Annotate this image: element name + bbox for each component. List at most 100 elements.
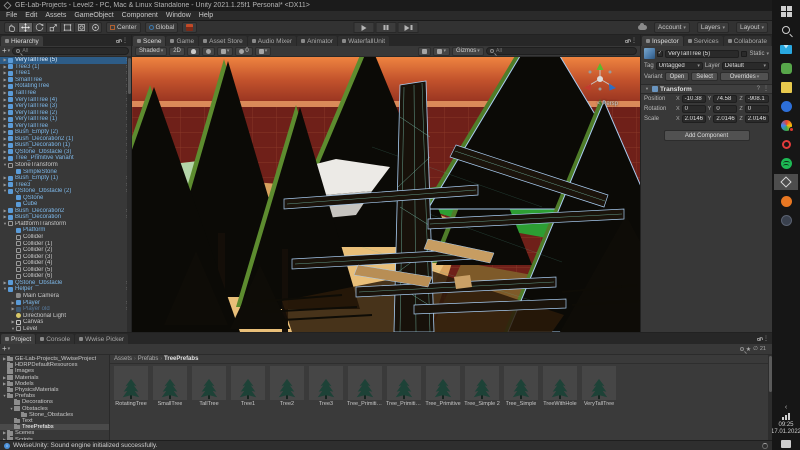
kebab-menu-icon[interactable]: ⋮ [763, 86, 769, 92]
position-x-field[interactable]: -10.38 [682, 95, 706, 103]
sticky-notes-icon[interactable] [774, 79, 798, 95]
transform-tool-button[interactable] [74, 22, 88, 33]
windows-start-icon[interactable] [774, 3, 798, 19]
scene-audio-toggle[interactable] [202, 47, 215, 56]
save-search-icon[interactable]: ★ [746, 346, 751, 353]
object-name-field[interactable]: VeryTallTree (5) [665, 50, 739, 58]
blue-app-icon[interactable] [774, 98, 798, 114]
asset-item[interactable]: Tree2 [270, 366, 304, 407]
menu-item-component[interactable]: Component [118, 11, 162, 21]
rotation-x-field[interactable]: 0 [682, 105, 706, 113]
scene-tab-waterfallunit[interactable]: WaterfallUnit [338, 36, 389, 46]
scene-search-input[interactable]: All [486, 47, 637, 55]
scale-x-field[interactable]: 2.0146 [682, 115, 706, 123]
project-tab-console[interactable]: Console [36, 334, 74, 344]
asset-item[interactable]: Tree_Primitive... [387, 366, 421, 407]
rect-tool-button[interactable] [60, 22, 74, 33]
scene-lighting-toggle[interactable] [187, 47, 200, 56]
notifications-icon[interactable] [781, 440, 791, 448]
green-app-icon[interactable] [774, 60, 798, 76]
help-icon[interactable]: ? [757, 86, 760, 92]
scene-tab-audio-mixer[interactable]: Audio Mixer [248, 36, 296, 46]
breadcrumb-item[interactable]: Assets [114, 356, 132, 362]
inspector-tab-collaborate[interactable]: Collaborate [724, 36, 771, 46]
menu-item-file[interactable]: File [2, 11, 21, 21]
inspector-tab-services[interactable]: Services [684, 36, 723, 46]
asset-item[interactable]: Tree3 [309, 366, 343, 407]
pivot-toggle-button[interactable]: Center [106, 22, 141, 33]
inspector-tab-inspector[interactable]: Inspector [642, 36, 683, 46]
layer-dropdown[interactable]: Default▾ [722, 62, 769, 70]
breadcrumb-item[interactable]: TreePrefabs [164, 356, 198, 362]
create-asset-button[interactable]: +▾ [2, 345, 10, 353]
add-component-button[interactable]: Add Component [664, 130, 750, 141]
asset-item[interactable]: RotatingTree [114, 366, 148, 407]
gizmos-dropdown[interactable]: Gizmos▾ [452, 47, 484, 56]
mail-icon[interactable] [774, 41, 798, 57]
shading-mode-dropdown[interactable]: Shaded▾ [135, 47, 167, 56]
layers-dropdown[interactable]: Layers▾ [697, 22, 729, 33]
unity-icon[interactable] [774, 174, 798, 190]
scene-viewport[interactable]: < Persp [132, 57, 640, 332]
grid-visibility-dropdown[interactable]: ▾ [255, 47, 272, 56]
scene-orientation-gizmo[interactable] [578, 61, 622, 101]
pause-button[interactable] [376, 22, 397, 33]
handle-space-toggle-button[interactable]: Global [145, 22, 179, 33]
rotation-y-field[interactable]: 0 [713, 105, 737, 113]
asset-item[interactable]: Tree_Primitive [426, 366, 460, 407]
play-button[interactable] [354, 22, 375, 33]
tag-dropdown[interactable]: Untagged▾ [656, 62, 703, 70]
dark-app-icon[interactable] [774, 212, 798, 228]
hierarchy-item[interactable]: ▼Level [0, 325, 131, 332]
scene-tab-scene[interactable]: Scene [133, 36, 165, 46]
perspective-mode-label[interactable]: < Persp [597, 101, 618, 107]
snap-tool-button[interactable] [182, 22, 197, 33]
scrollbar-thumb[interactable] [128, 58, 131, 94]
scrollbar-thumb[interactable] [769, 356, 772, 392]
menu-item-assets[interactable]: Assets [41, 11, 70, 21]
scene-tab-animator[interactable]: Animator [297, 36, 337, 46]
hand-tool-button[interactable] [4, 22, 18, 33]
asset-item[interactable]: TallTree [192, 366, 226, 407]
prefab-select-button[interactable]: Select [691, 72, 718, 81]
hidden-packages-icon[interactable]: ∅ [753, 346, 758, 352]
menu-item-gameobject[interactable]: GameObject [70, 11, 117, 21]
lock-icon[interactable] [625, 40, 629, 43]
scene-camera-dropdown[interactable]: ▾ [433, 47, 450, 56]
scale-tool-button[interactable] [46, 22, 60, 33]
orange-app-icon[interactable] [774, 193, 798, 209]
asset-item[interactable]: TreeWithHole [543, 366, 577, 407]
asset-item[interactable]: SmallTree [153, 366, 187, 407]
status-message[interactable]: WwiseUnity: Sound engine initialized suc… [13, 442, 157, 449]
search-by-type-icon[interactable] [740, 347, 744, 351]
network-icon[interactable] [782, 413, 790, 420]
lock-icon[interactable] [757, 338, 761, 341]
project-tab-project[interactable]: Project [1, 334, 35, 344]
layout-dropdown[interactable]: Layout▾ [736, 22, 768, 33]
prefab-open-button[interactable]: Open [665, 72, 690, 81]
scale-y-field[interactable]: 2.0146 [713, 115, 737, 123]
menu-item-window[interactable]: Window [162, 11, 195, 21]
position-y-field[interactable]: 74.58 [713, 95, 737, 103]
hierarchy-search-input[interactable]: All [12, 47, 129, 55]
asset-item[interactable]: VeryTallTree [582, 366, 616, 407]
project-tab-wwise-picker[interactable]: Wwise Picker [75, 334, 128, 344]
scene-tab-asset-store[interactable]: Asset Store [199, 36, 247, 46]
rotate-tool-button[interactable] [32, 22, 46, 33]
account-dropdown[interactable]: Account▾ [654, 22, 690, 33]
opera-icon[interactable] [774, 136, 798, 152]
scale-z-field[interactable]: 2.0146 [745, 115, 769, 123]
move-tool-button[interactable] [18, 22, 32, 33]
active-checkbox[interactable]: ✓ [657, 51, 663, 57]
menu-item-help[interactable]: Help [195, 11, 217, 21]
static-checkbox[interactable] [741, 51, 747, 57]
kebab-menu-icon[interactable]: ⋮ [631, 38, 637, 44]
asset-item[interactable]: Tree_Simple [504, 366, 538, 407]
project-scrollbar[interactable] [768, 355, 772, 440]
spotify-icon[interactable] [774, 155, 798, 171]
scene-visibility-toggle[interactable]: 0 [235, 47, 252, 56]
prefab-overrides-dropdown[interactable]: Overrides▾ [720, 72, 769, 81]
project-folder[interactable]: ▶GE-Lab-Projects_WwiseProject [0, 356, 109, 362]
asset-item[interactable]: Tree1 [231, 366, 265, 407]
breadcrumb-item[interactable]: Prefabs [138, 356, 159, 362]
